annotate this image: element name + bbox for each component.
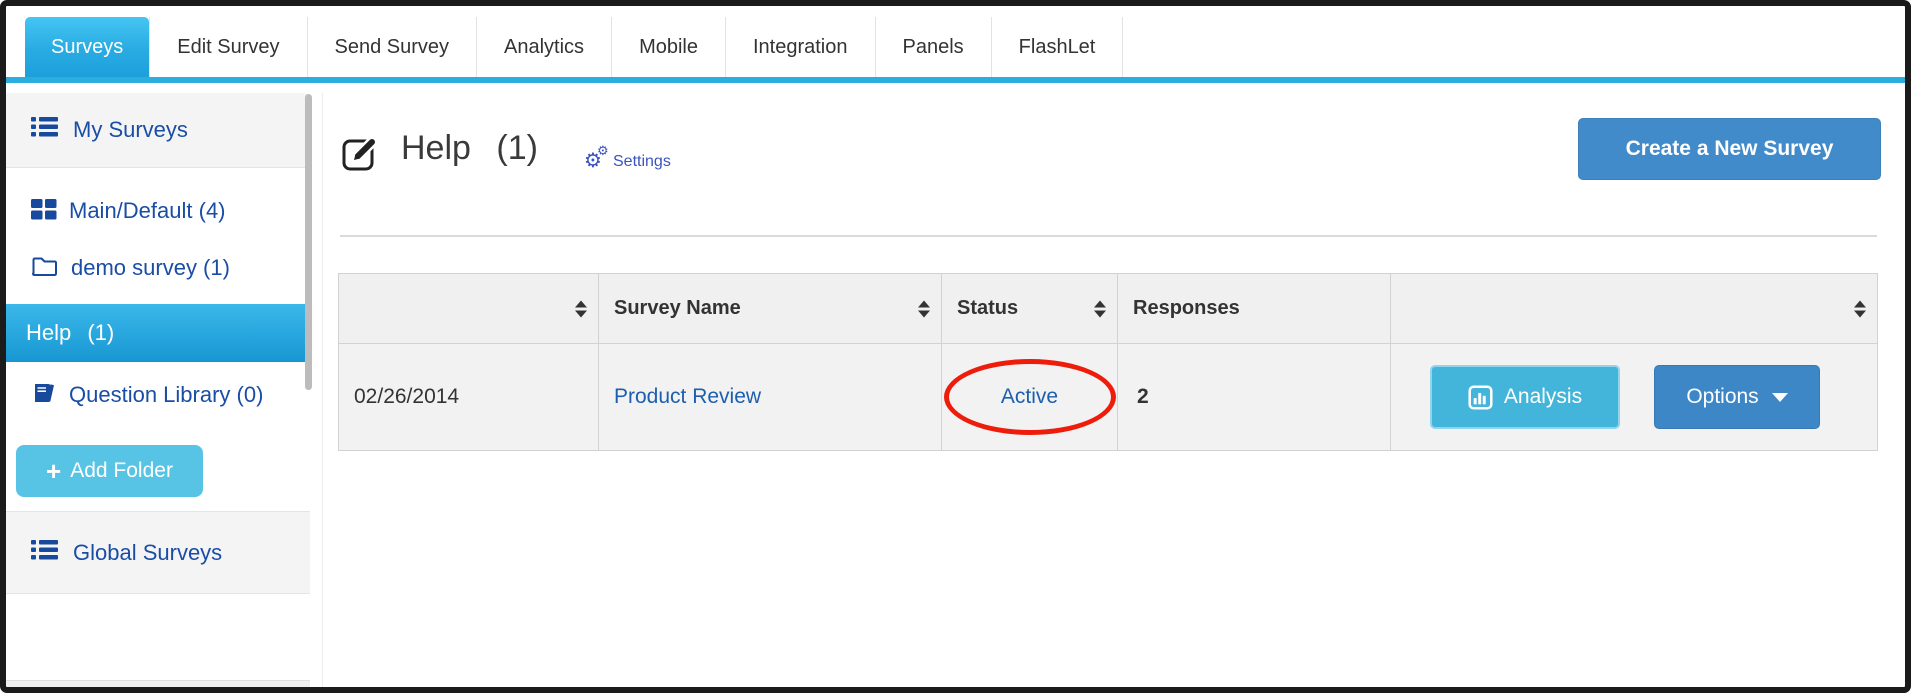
sort-icon bbox=[575, 300, 587, 317]
sidebar-item-demo-survey[interactable]: demo survey (1) bbox=[6, 241, 310, 298]
grid-icon bbox=[31, 199, 57, 226]
sort-icon bbox=[918, 300, 930, 317]
caret-down-icon bbox=[1771, 392, 1788, 402]
create-new-survey-button[interactable]: Create a New Survey bbox=[1578, 118, 1881, 180]
analysis-label: Analysis bbox=[1503, 385, 1583, 408]
column-header-actions[interactable] bbox=[1390, 273, 1878, 344]
app-window: Surveys Edit Survey Send Survey Analytic… bbox=[0, 0, 1911, 693]
book-icon bbox=[31, 384, 57, 410]
edit-pencil-icon bbox=[340, 132, 382, 179]
analysis-button[interactable]: Analysis bbox=[1430, 365, 1620, 429]
status-link[interactable]: Active bbox=[1001, 385, 1058, 408]
top-nav: Surveys Edit Survey Send Survey Analytic… bbox=[6, 6, 1905, 83]
tab-send-survey[interactable]: Send Survey bbox=[308, 17, 478, 77]
sidebar-item-label: Main/Default (4) bbox=[69, 198, 226, 223]
tab-flashlet[interactable]: FlashLet bbox=[992, 17, 1124, 77]
sidebar-item-my-surveys[interactable]: My Surveys bbox=[6, 93, 310, 168]
sidebar-folder-list: Main/Default (4) demo survey (1) Help (1… bbox=[6, 168, 310, 497]
sidebar-next-section-edge bbox=[6, 680, 310, 687]
settings-link[interactable]: Settings bbox=[584, 144, 671, 173]
cell-date: 02/26/2014 bbox=[338, 343, 599, 451]
options-button[interactable]: Options bbox=[1654, 365, 1820, 429]
tab-integration[interactable]: Integration bbox=[726, 17, 876, 77]
sidebar-item-global-surveys[interactable]: Global Surveys bbox=[6, 511, 310, 594]
cell-status: Active bbox=[941, 343, 1118, 451]
sidebar-item-label: Question Library (0) bbox=[69, 382, 264, 407]
folder-icon bbox=[31, 257, 59, 283]
list-icon bbox=[31, 538, 58, 568]
content-divider-line bbox=[322, 93, 323, 687]
sidebar-scrollbar[interactable] bbox=[305, 94, 312, 390]
sidebar: My Surveys Main/Default (4) demo survey … bbox=[6, 93, 310, 687]
header-divider bbox=[340, 235, 1877, 237]
column-header-date[interactable] bbox=[338, 273, 599, 344]
sidebar-item-help[interactable]: Help (1) bbox=[6, 304, 310, 362]
add-folder-button[interactable]: + Add Folder bbox=[16, 445, 203, 497]
tab-surveys[interactable]: Surveys bbox=[25, 17, 150, 77]
list-icon bbox=[31, 115, 58, 145]
options-label: Options bbox=[1686, 385, 1759, 408]
survey-name-link[interactable]: Product Review bbox=[614, 385, 761, 408]
tab-edit-survey[interactable]: Edit Survey bbox=[149, 17, 308, 77]
settings-label: Settings bbox=[613, 153, 671, 170]
surveys-table-wrap: Survey Name Status Responses 02/26/2014 … bbox=[338, 273, 1878, 451]
sidebar-item-label: Help (1) bbox=[26, 320, 115, 345]
tab-panels[interactable]: Panels bbox=[876, 17, 992, 77]
sidebar-item-label: Global Surveys bbox=[73, 539, 223, 565]
plus-icon: + bbox=[46, 456, 62, 486]
cell-responses: 2 bbox=[1117, 343, 1391, 451]
tab-mobile[interactable]: Mobile bbox=[612, 17, 726, 77]
add-folder-label: Add Folder bbox=[70, 459, 173, 482]
sort-icon bbox=[1854, 300, 1866, 317]
sidebar-item-question-library[interactable]: Question Library (0) bbox=[6, 368, 310, 425]
cell-actions: Analysis Options bbox=[1390, 343, 1878, 451]
page-title: Help (1) bbox=[401, 129, 538, 167]
tab-analytics[interactable]: Analytics bbox=[477, 17, 613, 77]
table-header-row: Survey Name Status Responses bbox=[338, 273, 1878, 344]
column-header-survey-name[interactable]: Survey Name bbox=[598, 273, 942, 344]
column-header-status[interactable]: Status bbox=[941, 273, 1118, 344]
sidebar-item-main-default[interactable]: Main/Default (4) bbox=[6, 184, 310, 241]
cell-survey-name: Product Review bbox=[598, 343, 942, 451]
row-actions: Analysis Options bbox=[1406, 365, 1877, 429]
sidebar-item-label: My Surveys bbox=[73, 117, 188, 142]
sidebar-item-label: demo survey (1) bbox=[71, 255, 230, 280]
column-header-responses[interactable]: Responses bbox=[1117, 273, 1391, 344]
gears-icon bbox=[584, 144, 610, 173]
table-row: 02/26/2014 Product Review Active 2 Analy… bbox=[338, 343, 1878, 451]
bar-chart-icon bbox=[1468, 384, 1493, 410]
surveys-table: Survey Name Status Responses 02/26/2014 … bbox=[338, 273, 1878, 451]
sort-icon bbox=[1094, 300, 1106, 317]
